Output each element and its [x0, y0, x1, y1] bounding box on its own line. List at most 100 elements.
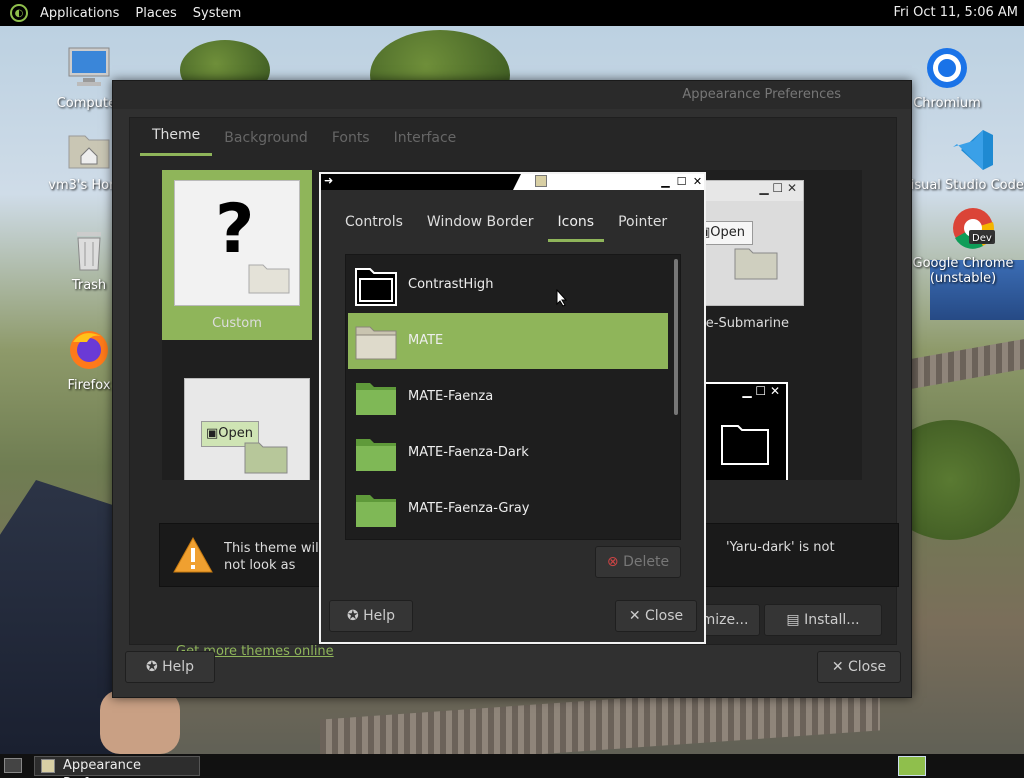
app-icon — [535, 175, 547, 187]
scenery-rails — [900, 339, 1024, 391]
bottom-panel: Appearance Prefere... — [0, 754, 1024, 778]
tab-pointer[interactable]: Pointer — [608, 204, 677, 242]
show-desktop-icon[interactable] — [4, 758, 22, 773]
install-button[interactable]: ▤ Install... — [764, 604, 882, 636]
maximize-icon[interactable]: ☐ — [675, 175, 688, 188]
list-item[interactable]: ContrastHigh — [348, 257, 668, 313]
dialog-tabs: Controls Window Border Icons Pointer — [335, 204, 681, 242]
window-title: Appearance Preferences — [113, 81, 911, 109]
theme-tile-custom[interactable]: ? Custom — [162, 170, 312, 340]
tab-theme[interactable]: Theme — [140, 127, 213, 156]
warning-icon — [173, 536, 213, 573]
close-button[interactable]: ✕ Close — [615, 600, 697, 632]
question-mark-icon: ? — [215, 190, 255, 269]
list-scrollbar[interactable] — [674, 259, 678, 415]
delete-label: Delete — [623, 554, 670, 570]
delete-icon: ⊗ — [606, 554, 619, 570]
tab-window-border[interactable]: Window Border — [417, 204, 544, 242]
tab-interface[interactable]: Interface — [382, 130, 469, 156]
chromium-icon — [927, 48, 967, 88]
icon-theme-name: MATE-Faenza — [408, 389, 494, 404]
menu-applications[interactable]: Applications — [32, 0, 127, 26]
theme-tile-blue-submarine[interactable]: ▁ ☐ ✕ ▣Open Blue-Submarine — [685, 170, 842, 340]
desktop-icon-chrome-dev[interactable]: Dev Google Chrome (unstable) — [902, 206, 1024, 286]
close-window-icon[interactable]: ✕ — [691, 175, 704, 188]
home-folder-icon — [68, 135, 110, 169]
tab-icons[interactable]: Icons — [547, 204, 605, 242]
clock[interactable]: Fri Oct 11, 5:06 AM — [894, 0, 1018, 26]
close-label: Close — [645, 608, 684, 624]
computer-icon — [68, 47, 110, 86]
tab-fonts[interactable]: Fonts — [320, 130, 382, 156]
install-icon: ▤ — [786, 612, 800, 628]
install-label: Install... — [804, 612, 860, 628]
folder-icon — [355, 326, 397, 360]
folder-icon — [356, 439, 396, 471]
window-menu-icon[interactable]: ➜ — [324, 174, 333, 187]
help-label: Help — [162, 659, 195, 675]
list-item[interactable]: MATE-Faenza-Gray — [348, 481, 668, 537]
tab-controls[interactable]: Controls — [335, 204, 413, 242]
minimize-icon[interactable]: ▁ — [659, 175, 672, 188]
mate-logo-icon[interactable]: ◐ — [10, 4, 28, 22]
desktop-icon-chromium[interactable]: Chromium — [902, 46, 992, 111]
list-item-selected[interactable]: MATE — [348, 313, 668, 369]
help-label: Help — [363, 608, 396, 624]
theme-preview: ▁ ☐ ✕ ▣Open — [692, 180, 804, 306]
help-icon: ✪ — [145, 659, 158, 675]
folder-icon — [356, 383, 396, 415]
help-button[interactable]: ✪ Help — [125, 651, 215, 683]
icon-theme-name: ContrastHigh — [408, 277, 494, 292]
close-button[interactable]: ✕ Close — [817, 651, 901, 683]
main-tabs: Theme Background Fonts Interface — [130, 118, 896, 156]
warning-text: This theme will not look as intended bec… — [224, 541, 323, 576]
theme-label: Custom — [212, 316, 262, 331]
close-icon: ✕ — [628, 608, 641, 624]
icon-theme-name: MATE-Faenza-Gray — [408, 501, 530, 516]
dialog-titlebar[interactable]: ➜ ▁ ☐ ✕ — [321, 174, 704, 190]
appearance-app-icon — [41, 759, 55, 773]
icon-theme-name: MATE — [408, 333, 444, 348]
delete-button[interactable]: ⊗ Delete — [595, 546, 681, 578]
desktop-label: Google Chrome (unstable) — [912, 256, 1014, 286]
desktop-icon-vscode[interactable]: Visual Studio Code — [902, 128, 1024, 193]
folder-icon — [355, 268, 397, 306]
trash-icon — [77, 232, 101, 271]
tab-background[interactable]: Background — [212, 130, 320, 156]
list-item[interactable]: MATE-Faenza — [348, 369, 668, 425]
folder-icon — [356, 495, 396, 527]
theme-tile[interactable]: ▁ ☐ ✕ — [692, 382, 842, 480]
scenery-hands — [100, 690, 180, 754]
close-label: Close — [848, 659, 887, 675]
desktop-label: Visual Studio Code — [902, 178, 1024, 193]
folder-icon — [721, 425, 769, 465]
theme-details-dialog: ➜ ▁ ☐ ✕ Controls Window Border Icons Poi… — [319, 172, 706, 644]
folder-icon — [734, 248, 778, 280]
help-icon: ✪ — [346, 608, 359, 624]
taskbar-item-label: Appearance Prefere... — [63, 758, 142, 778]
menu-places[interactable]: Places — [127, 0, 184, 26]
folder-icon — [244, 442, 288, 474]
svg-text:Dev: Dev — [972, 233, 992, 244]
chrome-dev-icon: Dev — [953, 208, 995, 249]
theme-preview: ? — [174, 180, 300, 306]
desktop-label: Chromium — [913, 96, 981, 111]
top-panel: ◐ Applications Places System Fri Oct 11,… — [0, 0, 1024, 26]
icon-theme-name: MATE-Faenza-Dark — [408, 445, 529, 460]
titlebar-dark-part — [321, 174, 521, 190]
theme-tile[interactable]: ▣Open — [172, 368, 322, 480]
folder-icon — [248, 264, 290, 294]
theme-preview: ▣Open — [184, 378, 310, 480]
menu-system[interactable]: System — [185, 0, 249, 26]
mouse-cursor-icon — [556, 289, 568, 307]
list-item[interactable]: MATE-Faenza-Dark — [348, 425, 668, 481]
taskbar-item-appearance[interactable]: Appearance Prefere... — [34, 756, 200, 778]
preview-titlebar: ▁ ☐ ✕ — [742, 384, 780, 398]
firefox-icon — [70, 331, 108, 369]
vscode-icon — [953, 130, 993, 170]
icon-theme-list[interactable]: ContrastHigh MATE MATE-Faenza MATE-Faenz… — [345, 254, 681, 540]
warning-text: 'Yaru-dark' is not — [726, 540, 835, 555]
workspace-switcher[interactable] — [898, 756, 926, 776]
help-button[interactable]: ✪ Help — [329, 600, 413, 632]
close-icon: ✕ — [831, 659, 844, 675]
